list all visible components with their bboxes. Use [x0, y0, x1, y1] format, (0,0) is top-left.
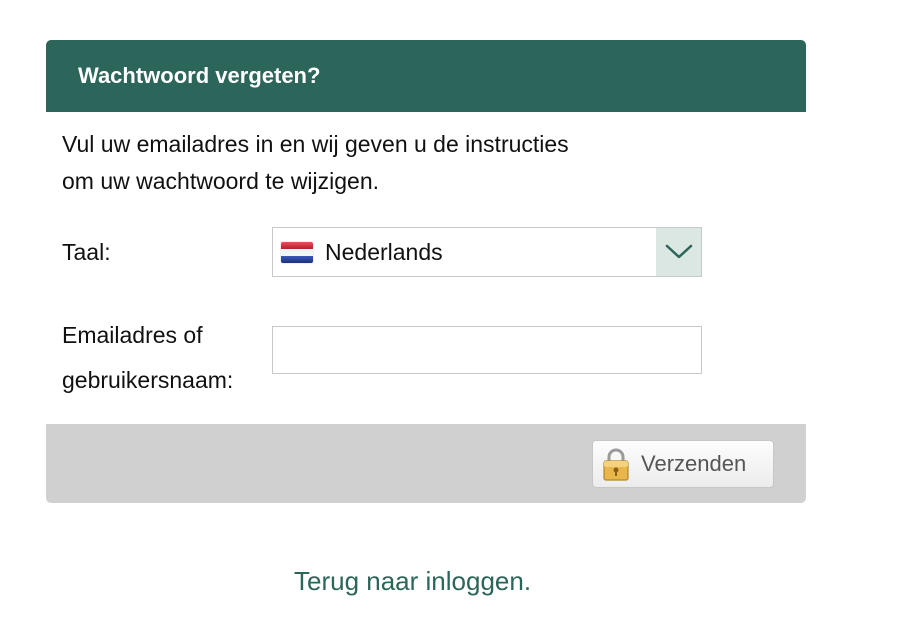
email-label-line-1: Emailadres of	[62, 322, 203, 348]
language-select[interactable]: Nederlands	[272, 227, 702, 277]
forgot-password-panel: Wachtwoord vergeten? Vul uw emailadres i…	[46, 40, 806, 503]
language-select-value: Nederlands	[325, 238, 443, 265]
back-to-login-link[interactable]: Terug naar inloggen.	[294, 566, 531, 597]
email-label: Emailadres of gebruikersnaam:	[62, 313, 272, 403]
lock-icon	[603, 448, 629, 481]
submit-button-label: Verzenden	[641, 451, 747, 476]
email-or-username-input[interactable]	[272, 326, 702, 374]
intro-line-1: Vul uw emailadres in en wij geven u de i…	[62, 131, 569, 157]
chevron-down-icon[interactable]	[656, 228, 701, 276]
intro-line-2: om uw wachtwoord te wijzigen.	[62, 168, 380, 194]
intro-text: Vul uw emailadres in en wij geven u de i…	[62, 126, 682, 200]
language-label: Taal:	[62, 239, 111, 265]
form-footer-bar: Verzenden	[46, 424, 806, 503]
email-label-line-2: gebruikersnaam:	[62, 367, 234, 393]
panel-title: Wachtwoord vergeten?	[78, 63, 321, 88]
submit-button[interactable]: Verzenden	[592, 440, 774, 488]
panel-header: Wachtwoord vergeten?	[46, 40, 806, 112]
netherlands-flag-icon	[281, 241, 313, 263]
